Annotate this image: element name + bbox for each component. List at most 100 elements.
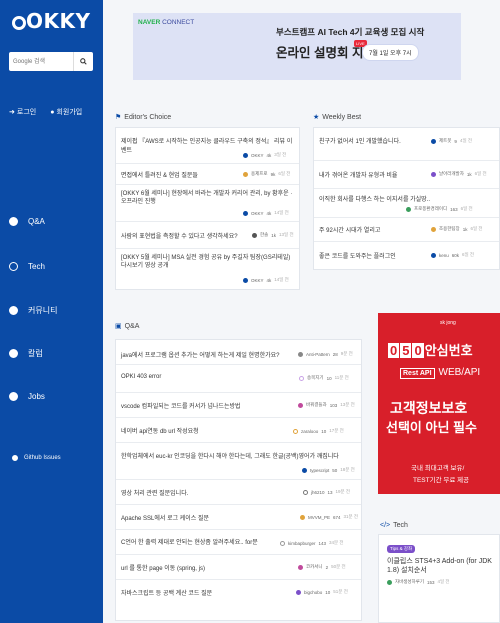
list-item[interactable]: 제이펍 『AWS로 시작하는 인공지능 클라우드 구축의 정석』 리뷰 이벤트 … <box>116 128 299 164</box>
item-title[interactable]: 한학업체에서 euc-kr 인코딩을 한다시 해야 한다는데, 그래도 한글(공… <box>121 451 361 460</box>
author[interactable]: 프로퐁환경레이디 <box>414 206 447 212</box>
list-item[interactable]: 주 92시간 시대가 열리고 조용한팀장 1k 6일 전 <box>314 218 499 242</box>
item-title[interactable]: 주 92시간 시대가 열리고 <box>319 225 419 234</box>
ad-brand: sk jong <box>440 320 456 326</box>
item-title[interactable]: 네이버 api연동 db url 작성요청 <box>121 426 291 435</box>
author[interactable]: OKKY <box>251 278 264 283</box>
search-icon <box>80 58 87 65</box>
list-item[interactable]: [OKKY 6월 세미나] 현장에서 바라는 개발자 커리어 관리, by 황후… <box>116 185 299 222</box>
list-item[interactable]: 네이버 api연동 db url 작성요청 zaralooo 10 17분 전 <box>116 418 361 443</box>
weekly-best-title: Weekly Best <box>322 113 362 121</box>
item-title[interactable]: [OKKY 5월 세미나] MSA 실전 경험 공유 by 주길자 팀장(GS리… <box>121 254 296 270</box>
author[interactable]: 자바생성하루기 <box>395 579 424 585</box>
score: 10 <box>321 428 327 434</box>
list-item[interactable]: 영상 처리 관련 질문입니다. jh6210 13 19분 전 <box>116 480 361 505</box>
ad-digit: 0 <box>412 343 424 358</box>
list-item[interactable]: 좋은 코드를 도와주는 플러그인 kenu 60k 6일 전 <box>314 242 499 269</box>
item-title[interactable]: OPKI 403 error <box>121 374 221 380</box>
nav-item-tech[interactable]: Tech <box>9 262 45 271</box>
author[interactable]: MVVM_PE <box>308 515 330 520</box>
nav-item-qa[interactable]: Q&A <box>9 217 45 226</box>
item-meta: 자바생성하루기 153 4일 전 <box>387 579 450 585</box>
item-title[interactable]: 이클립스 STS4+3 Add-on (for JDK 1.8) 설치순서 <box>387 557 497 575</box>
okky-logo[interactable]: OKKY <box>12 9 90 33</box>
list-item[interactable]: OPKI 403 error 송목지기 10 11분 전 <box>116 365 361 393</box>
item-title[interactable]: C언어 한 출력 제대로 안되는 현상좀 알려주세요.. for문 <box>121 537 286 546</box>
list-item[interactable]: java에서 프로그램 옵션 추가는 어떻게 하는게 제일 현명한가요? Ant… <box>116 340 361 365</box>
author[interactable]: Anti-Pattern <box>306 352 330 357</box>
item-title[interactable]: 영상 처리 관련 질문입니다. <box>121 488 291 497</box>
author[interactable]: kimbapburger <box>288 541 316 546</box>
search-button[interactable] <box>73 52 93 71</box>
author[interactable]: 용제프로 <box>251 171 268 177</box>
author[interactable]: typescript <box>310 468 329 473</box>
author[interactable]: OKKY <box>251 211 264 216</box>
score: 4k <box>266 152 272 158</box>
item-title[interactable]: url 를 통한 page 이동 (spring, js) <box>121 563 291 572</box>
item-title[interactable]: vscode 컴파일되는 코드를 커서가 넘나드는방법 <box>121 401 291 410</box>
item-title[interactable]: Apache SSL에서 로그 케이스 질문 <box>121 513 291 522</box>
item-meta: 송목지기 10 11분 전 <box>299 375 349 381</box>
list-item[interactable]: 면접에서 틀려진 & 현업 질문들 용제프로 9k 6일 전 <box>116 164 299 185</box>
avatar <box>252 232 257 238</box>
nav-item-column[interactable]: 칼럼 <box>9 348 43 359</box>
sidebar: OKKY ➜로그인 ●회원가입 Q&A Tech 커뮤니티 칼럼 Jobs Gi… <box>0 0 103 623</box>
item-title[interactable]: 친구가 없어서 1인 개발했습니다. <box>319 136 499 145</box>
score: 4k <box>266 210 272 216</box>
list-item[interactable]: 이직한 회사를 다행스 하는 이지서를 가실땅.. 프로퐁환경레이디 163 6일 … <box>314 189 499 218</box>
list-item[interactable]: [OKKY 5월 세미나] MSA 실전 경험 공유 by 주길자 팀장(GS리… <box>116 249 299 287</box>
banner-ad[interactable]: NAVER CONNECT 부스트캠프 AI Tech 4기 교육생 모집 시작… <box>133 13 461 80</box>
github-issues-link[interactable]: Github Issues <box>12 455 61 461</box>
author[interactable]: jh6210 <box>311 490 325 495</box>
time: 14일 전 <box>274 277 289 282</box>
item-title[interactable]: 면접에서 틀려진 & 현업 질문들 <box>121 170 241 179</box>
signup-link[interactable]: ● 회원가입 <box>50 107 82 117</box>
ad-rest: Rest API <box>400 368 435 379</box>
editors-choice-title: Editor's Choice <box>124 113 172 121</box>
list-item[interactable]: C언어 한 출력 제대로 안되는 현상좀 알려주세요.. for문 kimbap… <box>116 530 361 555</box>
author[interactable]: 바꿔결들과 <box>306 402 327 408</box>
list-item[interactable]: 사람의 표현법을 측정할 수 있다고 생각하세요? 한솔 1k 13일 전 <box>116 222 299 249</box>
avatar <box>243 171 248 177</box>
author[interactable]: zaralooo <box>301 429 318 434</box>
github-icon <box>12 455 18 461</box>
item-title[interactable]: 자바스크립트 등 공백 계산 코드 질문 <box>121 588 291 597</box>
list-item[interactable]: 한학업체에서 euc-kr 인코딩을 한다시 해야 한다는데, 그래도 한글(공… <box>116 443 361 480</box>
side-ad[interactable]: sk jong 0 5 0 안심번호 Rest API WEB/API 고객정보보호 선… <box>378 313 500 494</box>
list-item[interactable]: Apache SSL에서 로그 케이스 질문 MVVM_PE 674 31분 전 <box>116 505 361 530</box>
item-title[interactable]: 내가 겪어온 개발자 유형과 비율 <box>319 170 429 179</box>
author[interactable]: 날아라개발자 <box>439 171 464 177</box>
item-meta: bigchobo 10 51분 전 <box>296 589 348 595</box>
nav-item-jobs[interactable]: Jobs <box>9 392 45 401</box>
item-meta: OKKY 4k 3일 전 <box>243 152 286 158</box>
list-item[interactable]: url 를 통한 page 이동 (spring, js) 코카서니 2 50분 전 <box>116 555 361 580</box>
logo-mark-icon <box>12 16 26 30</box>
item-meta: 용제프로 9k 6일 전 <box>243 171 290 177</box>
author[interactable]: 조용한팀장 <box>439 226 460 232</box>
author[interactable]: 송목지기 <box>307 375 324 381</box>
list-item[interactable]: 내가 겪어온 개발자 유형과 비율 날아라개발자 1k 6일 전 <box>314 161 499 189</box>
author[interactable]: bigchobo <box>304 590 322 595</box>
author[interactable]: 제트봇 <box>439 138 451 144</box>
item-title[interactable]: 이직한 회사를 다행스 하는 이지서를 가실땅.. <box>319 194 449 203</box>
item-title[interactable]: [OKKY 6월 세미나] 현장에서 바라는 개발자 커리어 관리, by 황후… <box>121 190 296 206</box>
author[interactable]: 코카서니 <box>306 564 323 570</box>
ad-webapi: WEB/API <box>438 367 481 378</box>
list-item[interactable]: 자바스크립트 등 공백 계산 코드 질문 bigchobo 10 51분 전 <box>116 580 361 607</box>
search-input[interactable] <box>9 53 73 70</box>
author[interactable]: 한솔 <box>260 232 268 238</box>
item-title[interactable]: java에서 프로그램 옵션 추가는 어떻게 하는게 제일 현명한가요? <box>121 350 301 359</box>
avatar <box>431 252 436 258</box>
list-item[interactable]: 친구가 없어서 1인 개발했습니다. 제트봇 9 4일 전 <box>314 128 499 161</box>
login-link[interactable]: ➜ 로그인 <box>9 107 36 117</box>
item-title[interactable]: 사람의 표현법을 측정할 수 있다고 생각하세요? <box>121 231 241 240</box>
list-item[interactable]: vscode 컴파일되는 코드를 커서가 넘나드는방법 바꿔결들과 103 13분 … <box>116 393 361 418</box>
signup-label: 회원가입 <box>56 109 83 116</box>
nav-item-community[interactable]: 커뮤니티 <box>9 305 57 316</box>
avatar <box>300 514 305 520</box>
item-title[interactable]: 좋은 코드를 도와주는 플러그인 <box>319 251 419 260</box>
time: 11분 전 <box>334 375 349 380</box>
author[interactable]: kenu <box>439 253 449 258</box>
author[interactable]: OKKY <box>251 153 264 158</box>
tag-badge[interactable]: Tips & 강좌 <box>387 545 416 553</box>
